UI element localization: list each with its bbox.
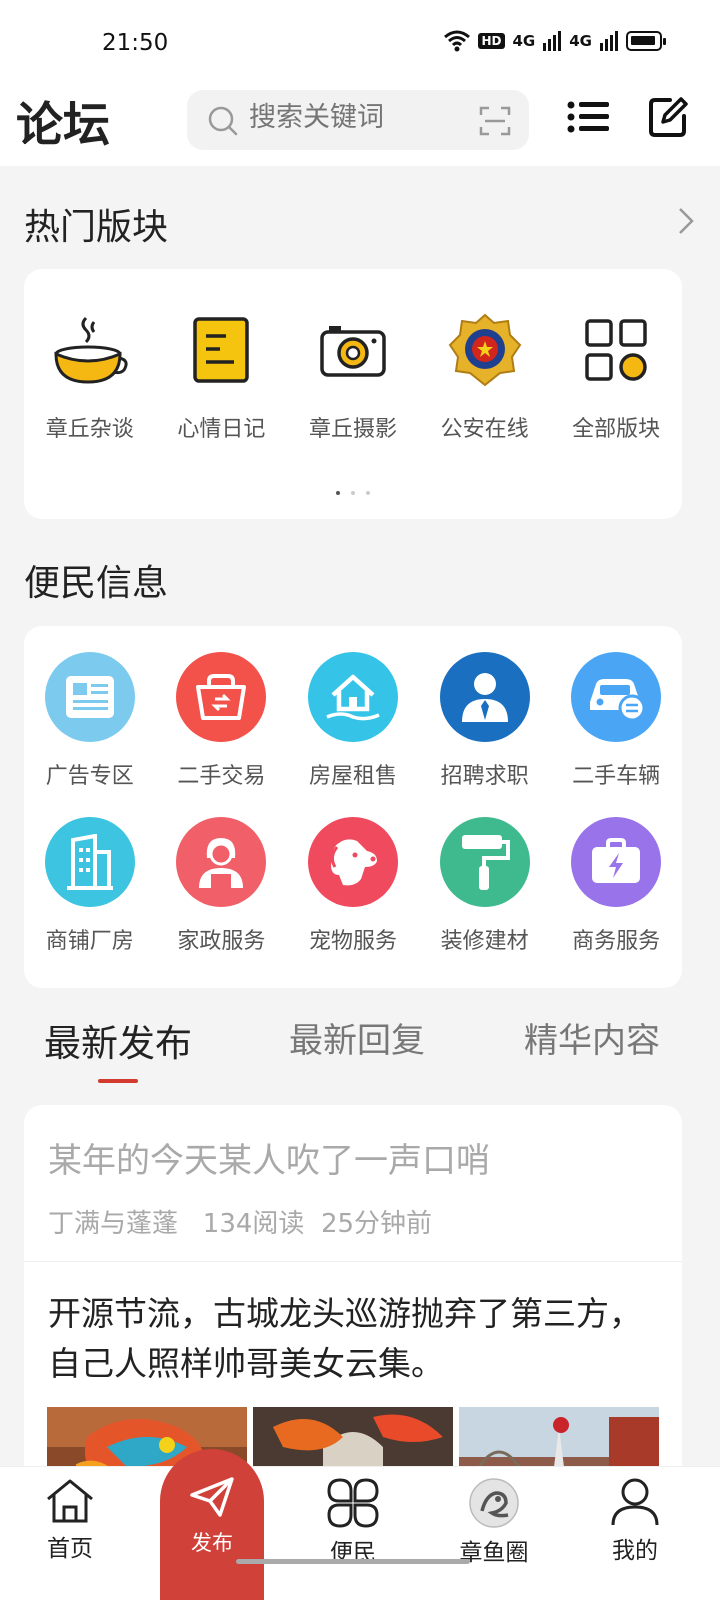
service-shops[interactable]: 商铺厂房 xyxy=(24,817,156,955)
service-label: 装修建材 xyxy=(440,929,529,954)
header: 论坛 xyxy=(0,84,720,166)
pager-dot xyxy=(351,491,355,495)
signal-icon-2: 4G xyxy=(569,32,592,50)
nav-label: 首页 xyxy=(47,1536,93,1562)
feed-card: 某年的今天某人吹了一声口哨 丁满与蓬蓬 134阅读 25分钟前 开源节流，古城龙… xyxy=(24,1105,682,1525)
hot-sections-title: 热门版块 xyxy=(24,207,169,248)
list-icon[interactable] xyxy=(567,100,609,134)
person-icon xyxy=(461,673,508,722)
tab-latest-posts[interactable]: 最新发布 xyxy=(44,1013,192,1067)
signal-bars-icon xyxy=(543,31,562,51)
bottom-nav: 首页 发布 便民 章鱼圈 我的 xyxy=(0,1449,720,1600)
page-title: 论坛 xyxy=(16,98,110,153)
pager-dots xyxy=(24,491,682,495)
car-icon xyxy=(590,679,646,720)
service-cars[interactable]: 二手车辆 xyxy=(550,652,682,790)
service-business[interactable]: 商务服务 xyxy=(550,817,682,955)
clover-grid-icon xyxy=(327,1478,379,1528)
service-label: 广告专区 xyxy=(45,764,134,789)
search-icon xyxy=(208,106,238,136)
nav-circle[interactable]: 章鱼圈 xyxy=(439,1477,549,1567)
hot-item-label: 心情日记 xyxy=(177,417,266,442)
hot-item-diary[interactable]: 心情日记 xyxy=(156,305,288,443)
compose-icon[interactable] xyxy=(648,96,688,138)
hot-item-label: 章丘杂谈 xyxy=(45,417,134,442)
status-time: 21:50 xyxy=(102,30,169,56)
paint-roller-icon xyxy=(461,835,510,890)
wifi-icon xyxy=(444,30,471,52)
status-bar: 21:50 HD 4G 4G xyxy=(0,0,720,84)
grid-icon xyxy=(585,319,647,381)
signal-icon-1: 4G xyxy=(512,32,536,50)
service-pets[interactable]: 宠物服务 xyxy=(287,817,419,955)
services-card: 广告专区 二手交易 房屋租售 招聘求职 二手车辆 商铺厂房 家政服务 宠物服务 … xyxy=(24,626,682,988)
briefcase-icon xyxy=(592,838,641,883)
paper-plane-icon xyxy=(190,1477,234,1517)
hot-item-label: 公安在线 xyxy=(440,417,529,442)
feed-tabs: 最新发布 最新回复 精华内容 xyxy=(0,1005,720,1095)
service-housekeeping[interactable]: 家政服务 xyxy=(156,817,288,955)
scan-icon[interactable] xyxy=(479,105,511,137)
hd-icon: HD xyxy=(478,33,505,49)
hot-item-all[interactable]: 全部版块 xyxy=(550,305,682,443)
tab-latest-replies[interactable]: 最新回复 xyxy=(289,1013,425,1062)
building-icon xyxy=(66,834,113,890)
post-meta: 丁满与蓬蓬 134阅读 25分钟前 xyxy=(48,1209,433,1239)
octopus-circle-icon xyxy=(469,1478,519,1528)
hot-sections-card: 章丘杂谈 心情日记 章丘摄影 公安在线 全部版块 xyxy=(24,269,682,519)
nav-mine[interactable]: 我的 xyxy=(580,1477,690,1565)
tab-featured[interactable]: 精华内容 xyxy=(524,1013,660,1062)
house-icon xyxy=(326,674,380,721)
service-label: 房屋租售 xyxy=(308,764,397,789)
services-title: 便民信息 xyxy=(24,563,169,604)
post-title[interactable]: 开源节流，古城龙头巡游抛弃了第三方，自己人照样帅哥美女云集。 xyxy=(48,1289,658,1389)
service-label: 招聘求职 xyxy=(440,764,529,789)
service-label: 家政服务 xyxy=(177,929,266,954)
nav-label: 我的 xyxy=(612,1538,658,1564)
service-label: 二手车辆 xyxy=(572,764,661,789)
hot-item-label: 全部版块 xyxy=(572,417,661,442)
nav-label: 发布 xyxy=(191,1531,233,1555)
nav-home[interactable]: 首页 xyxy=(15,1477,125,1563)
coffee-cup-icon xyxy=(54,316,128,384)
home-icon xyxy=(47,1479,93,1523)
service-renovation[interactable]: 装修建材 xyxy=(419,817,551,955)
nav-publish[interactable]: 发布 xyxy=(160,1449,264,1600)
hot-item-label: 章丘摄影 xyxy=(308,417,397,442)
service-label: 二手交易 xyxy=(177,764,266,789)
service-label: 商务服务 xyxy=(572,929,661,954)
divider xyxy=(24,1261,682,1262)
hot-item-chat[interactable]: 章丘杂谈 xyxy=(24,305,156,443)
status-icons: HD 4G 4G xyxy=(444,30,666,52)
service-label: 商铺厂房 xyxy=(45,929,134,954)
hot-item-police[interactable]: 公安在线 xyxy=(419,305,551,443)
camera-icon xyxy=(320,326,386,377)
dog-icon xyxy=(330,839,377,886)
housekeeper-icon xyxy=(199,838,244,888)
service-jobs[interactable]: 招聘求职 xyxy=(419,652,551,790)
post-title[interactable]: 某年的今天某人吹了一声口哨 xyxy=(48,1133,490,1182)
battery-icon xyxy=(626,31,666,51)
basket-icon xyxy=(196,674,247,720)
hot-item-photo[interactable]: 章丘摄影 xyxy=(287,305,419,443)
pager-dot xyxy=(366,491,370,495)
active-tab-indicator xyxy=(98,1079,138,1083)
newspaper-icon xyxy=(65,676,114,718)
chevron-right-icon[interactable] xyxy=(678,207,694,235)
pager-dot xyxy=(336,491,340,495)
police-badge-icon xyxy=(448,313,521,387)
service-housing[interactable]: 房屋租售 xyxy=(287,652,419,790)
notebook-icon xyxy=(193,317,250,383)
service-label: 宠物服务 xyxy=(308,929,397,954)
search-input[interactable] xyxy=(249,102,449,133)
service-ads[interactable]: 广告专区 xyxy=(24,652,156,790)
search-box[interactable] xyxy=(187,90,529,150)
nav-services[interactable]: 便民 xyxy=(298,1477,408,1567)
home-indicator xyxy=(236,1559,470,1564)
user-icon xyxy=(611,1478,659,1526)
signal-bars-icon-2 xyxy=(600,31,618,51)
service-trade[interactable]: 二手交易 xyxy=(156,652,288,790)
